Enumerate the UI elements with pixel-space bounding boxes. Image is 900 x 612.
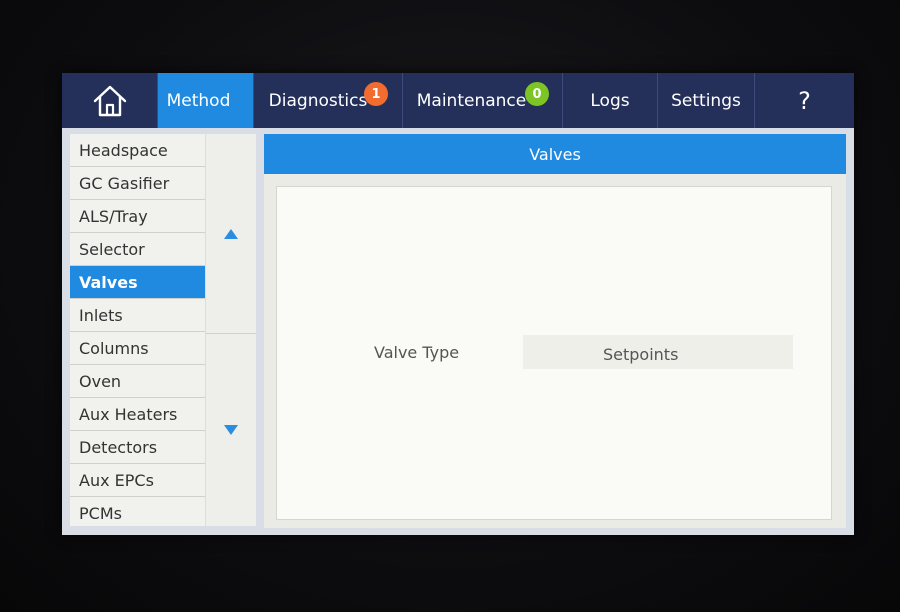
sidebar-item-selector[interactable]: Selector: [70, 233, 205, 266]
sidebar-item-inlets[interactable]: Inlets: [70, 299, 205, 332]
sidebar-scroller: [206, 134, 256, 526]
maintenance-count-badge: 0: [525, 82, 549, 106]
triangle-up-icon: [224, 228, 238, 239]
sidebar-item-headspace[interactable]: Headspace: [70, 134, 205, 167]
tab-method[interactable]: Method: [158, 73, 254, 128]
scroll-up-button[interactable]: [206, 134, 256, 334]
tab-settings-label: Settings: [671, 90, 741, 111]
column-header-valve-type: Valve Type: [374, 343, 460, 362]
tab-diagnostics[interactable]: Diagnostics 1: [254, 73, 403, 128]
home-icon: [93, 85, 126, 116]
device-bezel: Method Diagnostics 1 Maintenance 0 Logs …: [0, 0, 900, 612]
tab-maintenance-label: Maintenance: [416, 90, 527, 111]
sidebar-item-pcms[interactable]: PCMs: [70, 497, 205, 526]
sidebar-item-detectors[interactable]: Detectors: [70, 431, 205, 464]
scroll-down-button[interactable]: [206, 334, 256, 526]
tab-diagnostics-label: Diagnostics: [268, 90, 368, 111]
help-icon: ?: [798, 86, 811, 115]
tab-help[interactable]: ?: [755, 73, 854, 128]
valves-table: Valve Type Setpoints: [276, 186, 832, 520]
column-header-setpoints: Setpoints: [603, 345, 679, 364]
tab-logs[interactable]: Logs: [563, 73, 658, 128]
sidebar-item-als-tray[interactable]: ALS/Tray: [70, 200, 205, 233]
tab-logs-label: Logs: [590, 90, 630, 111]
touch-screen: Method Diagnostics 1 Maintenance 0 Logs …: [62, 73, 854, 535]
tab-home[interactable]: [62, 73, 158, 128]
sidebar-item-valves[interactable]: Valves: [70, 266, 205, 299]
top-navigation: Method Diagnostics 1 Maintenance 0 Logs …: [62, 73, 854, 128]
sidebar-item-aux-epcs[interactable]: Aux EPCs: [70, 464, 205, 497]
sidebar-item-columns[interactable]: Columns: [70, 332, 205, 365]
tab-settings[interactable]: Settings: [658, 73, 755, 128]
tab-method-label: Method: [166, 90, 231, 111]
sidebar-item-aux-heaters[interactable]: Aux Heaters: [70, 398, 205, 431]
sidebar-item-oven[interactable]: Oven: [70, 365, 205, 398]
sidebar-item-gc-gasifier[interactable]: GC Gasifier: [70, 167, 205, 200]
valves-panel: Valves Valve Type Setpoints: [264, 134, 846, 528]
diagnostics-count-badge: 1: [364, 82, 388, 106]
triangle-down-icon: [224, 425, 238, 435]
panel-title: Valves: [264, 134, 846, 174]
method-sidebar: Headspace GC Gasifier ALS/Tray Selector …: [70, 134, 205, 526]
main-content: Headspace GC Gasifier ALS/Tray Selector …: [62, 128, 854, 535]
tab-maintenance[interactable]: Maintenance 0: [403, 73, 563, 128]
